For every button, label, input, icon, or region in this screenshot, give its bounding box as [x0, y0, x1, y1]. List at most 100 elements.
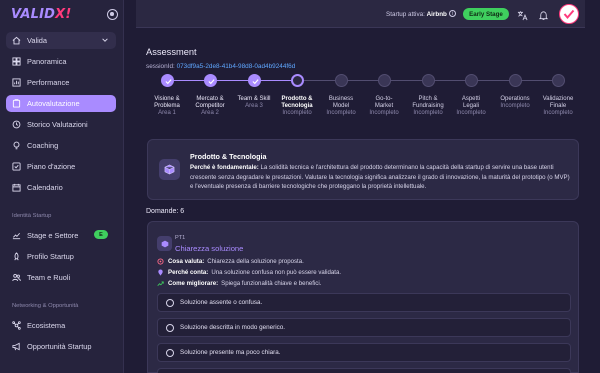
step-label-line1: Mercato & — [196, 96, 224, 102]
sidebar-item-opportunita[interactable]: Opportunità Startup — [6, 338, 116, 355]
check-icon — [251, 78, 259, 84]
step-status: Incompleto — [456, 110, 486, 116]
sidebar-item-performance[interactable]: Performance — [6, 74, 116, 91]
step-node-team[interactable] — [248, 74, 261, 87]
step-label-line2: Tecnologia — [281, 103, 313, 109]
sidebar-item-label: Opportunità Startup — [27, 342, 92, 351]
sidebar-item-ecosistema[interactable]: Ecosistema — [6, 317, 116, 334]
step-connector — [304, 80, 335, 82]
sidebar-item-team[interactable]: Team e Ruoli — [6, 269, 116, 286]
radio-button[interactable] — [166, 298, 174, 307]
stage-badge: E — [94, 230, 108, 239]
sidebar-item-label: Performance — [27, 78, 70, 87]
step-label-line2: Legali — [462, 103, 479, 109]
answer-option[interactable]: Soluzione descritta in modo generico. — [157, 318, 571, 337]
question-evaluates: Cosa valuta: Chiarezza della soluzione p… — [157, 258, 304, 265]
logo-mark: X! — [55, 7, 72, 22]
cube-icon — [161, 240, 168, 247]
check-icon — [164, 78, 172, 84]
answer-option-partial[interactable] — [157, 368, 571, 373]
trend-up-icon — [157, 280, 164, 287]
step-node-visione[interactable] — [161, 74, 174, 87]
page-title: Assessment — [146, 47, 197, 57]
sidebar-item-coaching[interactable]: Coaching — [6, 137, 116, 154]
step-status: Incompleto — [543, 110, 573, 116]
sidebar-item-label: Profilo Startup — [27, 252, 74, 261]
sidebar-item-label: Stage e Settore — [27, 231, 79, 240]
app-logo[interactable]: VALIDX! — [11, 7, 72, 22]
sidebar-item-profilo[interactable]: Profilo Startup — [6, 248, 116, 265]
lightbulb-icon — [12, 141, 21, 150]
section-label-network: Networking & Opportunità — [12, 303, 79, 309]
info-icon[interactable]: i — [449, 10, 456, 17]
step-status: Area 2 — [201, 110, 219, 116]
sidebar-toggle-icon[interactable] — [107, 9, 118, 20]
step-connector — [173, 80, 205, 82]
step-node-pitch[interactable] — [422, 74, 435, 87]
step-label-line2: Finale — [549, 103, 567, 109]
sidebar-item-autovalutazione[interactable]: Autovalutazione — [6, 95, 116, 112]
logo-text: VALID — [11, 7, 56, 22]
step-connector — [217, 80, 249, 82]
logo-row: VALIDX! — [10, 6, 118, 26]
calendar-icon — [12, 183, 21, 192]
step-label: Operations Incompleto — [493, 96, 537, 110]
top-bar: Startup attiva: Airbnb i Early Stage — [136, 0, 585, 28]
radio-button[interactable] — [166, 323, 174, 332]
step-label-line2: Model — [332, 103, 350, 109]
bar-chart-icon — [12, 78, 21, 87]
step-label: Mercato & Competitor Area 2 — [188, 96, 232, 117]
step-connector — [347, 80, 379, 82]
avatar[interactable] — [559, 4, 579, 24]
sidebar-item-label: Storico Valutazioni — [27, 120, 88, 129]
step-label-line2: Competitor — [195, 103, 225, 109]
checklist-icon — [12, 162, 21, 171]
sidebar-item-stage-settore[interactable]: Stage e Settore E — [6, 227, 116, 244]
answer-option-label: Soluzione descritta in modo generico. — [180, 324, 286, 331]
area-stepper: Visione & Problema Area 1 Mercato & Comp… — [146, 72, 586, 132]
question-evaluates-label: Cosa valuta: — [168, 258, 205, 265]
sidebar-item-panoramica[interactable]: Panoramica — [6, 53, 116, 70]
step-node-operations[interactable] — [509, 74, 522, 87]
answer-option-label: Soluzione presente ma poco chiara. — [180, 349, 281, 356]
step-label-line1: Visione & — [154, 96, 180, 102]
step-status: Incompleto — [413, 110, 443, 116]
network-icon — [12, 321, 21, 330]
step-label: Go-to- Market Incompleto — [362, 96, 406, 117]
question-code: PT1 — [175, 235, 186, 241]
team-icon — [12, 273, 21, 282]
step-node-prodotto[interactable] — [291, 74, 304, 87]
sidebar-item-storico[interactable]: Storico Valutazioni — [6, 116, 116, 133]
step-node-gtm[interactable] — [378, 74, 391, 87]
translate-icon[interactable] — [517, 8, 528, 21]
step-node-legali[interactable] — [465, 74, 478, 87]
rocket-icon — [12, 252, 21, 261]
session-label: sessionId: — [146, 63, 175, 70]
trend-icon — [12, 231, 21, 240]
sidebar-item-label: Calendario — [27, 183, 63, 192]
pin-icon — [157, 269, 164, 276]
session-id[interactable]: 073df9a5-2de8-41b4-98d8-0ad4b9244f6d — [177, 63, 296, 70]
answer-option[interactable]: Soluzione assente o confusa. — [157, 293, 571, 312]
sidebar-item-calendario[interactable]: Calendario — [6, 179, 116, 196]
radio-button[interactable] — [166, 348, 174, 357]
step-label-line1: Operations — [500, 96, 530, 102]
answer-option-label: Soluzione assente o confusa. — [180, 299, 263, 306]
step-label-line1: Prodotto & — [281, 96, 313, 102]
step-label-line1: Go-to- — [375, 96, 393, 102]
question-card: PT1 Chiarezza soluzione Cosa valuta: Chi… — [147, 221, 579, 373]
sidebar-group-label: Valida — [27, 36, 47, 45]
sidebar-item-label: Ecosistema — [27, 321, 66, 330]
sidebar-group-valida[interactable]: Valida — [6, 32, 116, 49]
step-label: Validazione Finale Incompleto — [536, 96, 580, 117]
step-label: Pitch & Fundraising Incompleto — [406, 96, 450, 117]
step-node-mercato[interactable] — [204, 74, 217, 87]
sidebar-item-label: Piano d'azione — [27, 162, 76, 171]
step-label: Aspetti Legali Incompleto — [449, 96, 493, 117]
sidebar-item-piano[interactable]: Piano d'azione — [6, 158, 116, 175]
step-node-business[interactable] — [335, 74, 348, 87]
bell-icon[interactable] — [538, 8, 549, 21]
step-connector — [521, 80, 553, 82]
answer-option[interactable]: Soluzione presente ma poco chiara. — [157, 343, 571, 362]
step-node-validazione[interactable] — [552, 74, 565, 87]
